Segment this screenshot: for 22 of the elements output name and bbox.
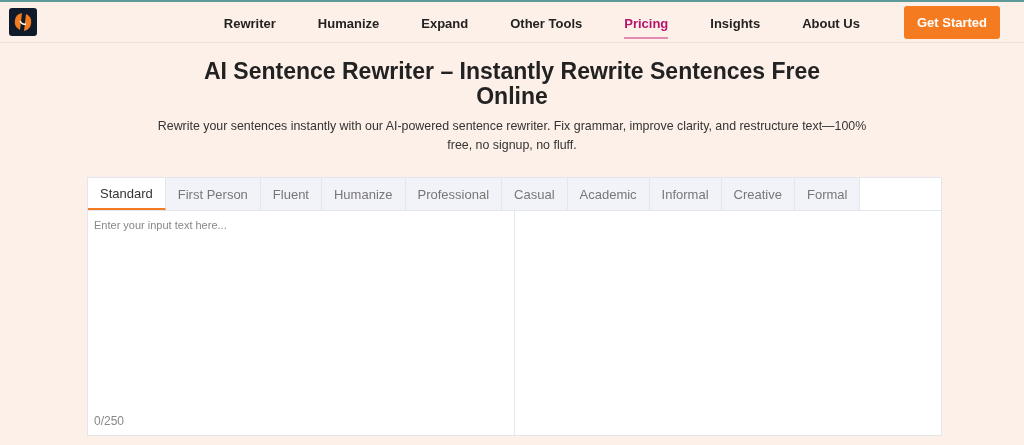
character-counter: 0/250 [94, 414, 125, 428]
mode-tab[interactable]: Formal [795, 178, 861, 210]
nav-link[interactable]: Other Tools [510, 5, 583, 39]
mode-tab[interactable]: Informal [649, 178, 722, 210]
mode-tab[interactable]: Humanize [322, 178, 406, 210]
mode-tab[interactable]: Creative [721, 178, 795, 210]
nav-link[interactable]: Insights [710, 5, 761, 39]
nav-link[interactable]: Humanize [317, 5, 380, 39]
mode-tab[interactable]: Casual [502, 178, 568, 210]
mode-tab[interactable]: First Person [165, 178, 261, 210]
logo-icon[interactable] [9, 8, 37, 36]
mode-tab[interactable]: Fluent [260, 178, 322, 210]
get-started-button[interactable]: Get Started [903, 5, 1000, 39]
mode-tab[interactable]: Professional [405, 178, 503, 210]
nav-link[interactable]: Expand [421, 5, 469, 39]
nav-link[interactable]: About Us [802, 5, 860, 39]
nav-link[interactable]: Pricing [624, 5, 669, 39]
mode-tab[interactable]: Academic [567, 178, 650, 210]
page-subtitle: Rewrite your sentences instantly with our AI-powered sentence rewriter. Fix grammar, improve clarity, and restructure text—100% free, no signup, no fluff. [156, 118, 868, 154]
mode-tab[interactable]: Standard [88, 178, 166, 210]
page-title: AI Sentence Rewriter – Instantly Rewrite Sentences Free Online [202, 59, 822, 109]
nav-link[interactable]: Rewriter [223, 5, 276, 39]
